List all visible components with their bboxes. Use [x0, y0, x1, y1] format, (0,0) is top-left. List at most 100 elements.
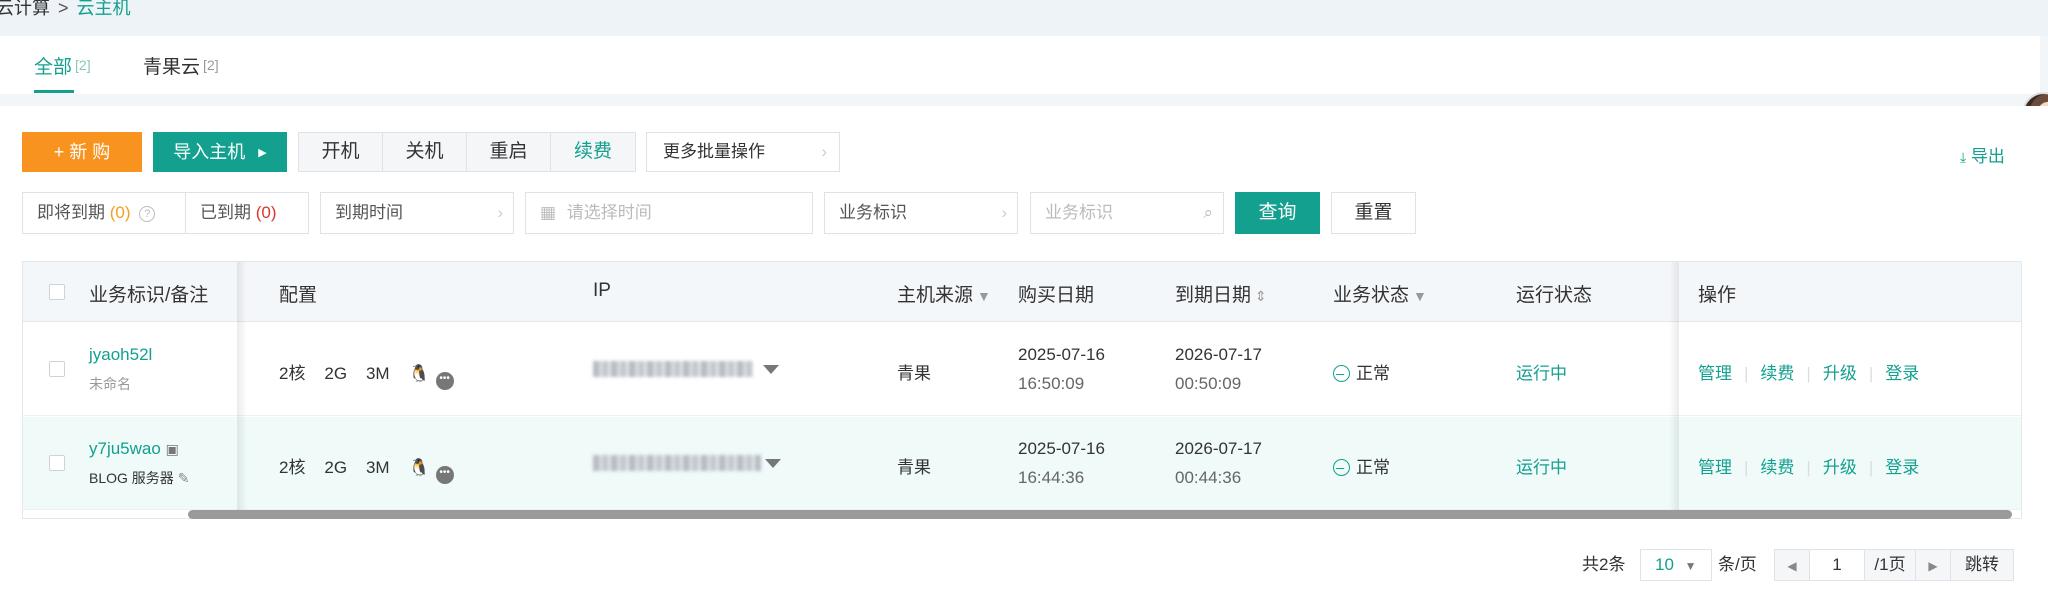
expiring-soon-count: (0)	[109, 203, 131, 222]
search-icon[interactable]: ⌕	[1203, 193, 1213, 233]
help-icon[interactable]: ?	[139, 206, 156, 222]
horizontal-scrollbar[interactable]	[188, 510, 2012, 519]
biz-status-label: 正常	[1356, 458, 1390, 477]
date-placeholder: 请选择时间	[566, 203, 652, 222]
header-expiry-date[interactable]: 到期日期 ⇕	[1175, 280, 1267, 307]
fixed-column-shadow	[237, 262, 247, 518]
header-ip: IP	[593, 280, 611, 301]
expiry-time-select[interactable]: 到期时间 ›	[320, 192, 514, 234]
breadcrumb-parent[interactable]: 云计算	[0, 0, 50, 18]
host-note: BLOG 服务器	[89, 470, 174, 486]
row-checkbox[interactable]	[49, 361, 65, 377]
header-purchase-date: 购买日期	[1018, 285, 1095, 306]
power-button-group: 开机 关机 重启 续费	[298, 132, 636, 172]
purchase-date: 2025-07-16	[1018, 439, 1105, 458]
renew-link[interactable]: 续费	[1760, 458, 1794, 477]
tab-all[interactable]: 全部 [2]	[34, 52, 91, 79]
page-size-select[interactable]: 10 ▼	[1640, 549, 1712, 581]
business-tag-placeholder: 业务标识	[1045, 203, 1113, 222]
main-content: + 新 购 导入主机 ▶ 开机 关机 重启 续费 更多批量操作 › ⤓ 导出 即…	[0, 106, 2048, 606]
header-run-status: 运行状态	[1516, 285, 1593, 306]
business-tag-select[interactable]: 业务标识 ›	[824, 192, 1018, 234]
expired-filter[interactable]: 已到期 (0)	[185, 192, 309, 234]
business-tag-input[interactable]: 业务标识 ⌕	[1030, 192, 1224, 234]
host-source: 青果	[897, 364, 931, 383]
header-source[interactable]: 主机来源 ▼	[897, 280, 991, 307]
power-on-button[interactable]: 开机	[299, 133, 383, 171]
chevron-right-icon: ›	[821, 142, 827, 161]
expiry-date: 2026-07-17	[1175, 439, 1262, 458]
caret-down-icon[interactable]	[765, 459, 781, 468]
query-button[interactable]: 查询	[1235, 192, 1320, 234]
renew-button[interactable]: 续费	[551, 133, 635, 171]
caret-down-icon[interactable]	[763, 365, 779, 374]
tab-qingguo[interactable]: 青果云 [2]	[143, 52, 219, 79]
table-header: 业务标识/备注 配置 IP 主机来源 ▼ 购买日期 到期日期 ⇕ 业务状态 ▼ 运行状…	[23, 262, 2021, 322]
import-host-button[interactable]: 导入主机 ▶	[153, 132, 287, 172]
next-page-button[interactable]: ▶	[1915, 549, 1951, 581]
ram-value: 2G	[324, 364, 348, 383]
host-note: 未命名	[89, 376, 131, 392]
row-actions: 管理 | 续费 | 升级 | 登录	[1698, 458, 1920, 477]
more-icon[interactable]: •••	[435, 466, 454, 484]
row-checkbox[interactable]	[49, 455, 65, 471]
page-number-input[interactable]: 1	[1809, 549, 1865, 581]
renew-link[interactable]: 续费	[1760, 364, 1794, 383]
host-id[interactable]: jyaoh52l	[89, 345, 152, 365]
prev-page-button[interactable]: ◀	[1774, 549, 1810, 581]
expired-count: (0)	[255, 203, 277, 222]
table-row: y7ju5wao ▣ BLOG 服务器 ✎ 2核 2G 3M 🐧 ••• 青果 2…	[23, 417, 2021, 510]
power-off-button[interactable]: 关机	[383, 133, 467, 171]
cpu-value: 2核	[279, 458, 306, 477]
batch-operations-dropdown[interactable]: 更多批量操作 ›	[646, 132, 840, 172]
biz-status-label: 正常	[1356, 364, 1390, 383]
chevron-right-icon: ›	[1001, 203, 1007, 222]
new-purchase-button[interactable]: + 新 购	[22, 132, 142, 172]
restart-button[interactable]: 重启	[467, 133, 551, 171]
select-all-checkbox[interactable]	[49, 284, 65, 300]
upgrade-link[interactable]: 升级	[1823, 458, 1857, 477]
upgrade-link[interactable]: 升级	[1823, 364, 1857, 383]
tab-all-label: 全部	[34, 57, 73, 78]
purchase-time: 16:50:09	[1018, 374, 1085, 393]
host-note-wrap: BLOG 服务器 ✎	[89, 468, 189, 488]
login-link[interactable]: 登录	[1885, 364, 1919, 383]
breadcrumb: 云计算 > 云主机	[0, 0, 131, 20]
expiring-soon-filter[interactable]: 即将到期 (0) ?	[22, 192, 186, 234]
host-id-wrap: y7ju5wao ▣	[89, 439, 179, 459]
breadcrumb-separator: >	[58, 0, 69, 18]
chevron-right-icon: ›	[497, 203, 503, 222]
biz-status: 正常	[1333, 359, 1390, 384]
active-tab-indicator	[34, 90, 74, 93]
tab-qingguo-count: [2]	[203, 57, 219, 73]
batch-operations-label: 更多批量操作	[663, 142, 765, 161]
cpu-value: 2核	[279, 364, 306, 383]
filter-icon[interactable]: ▼	[977, 288, 991, 304]
sort-icon[interactable]: ⇕	[1255, 288, 1267, 304]
manage-link[interactable]: 管理	[1698, 458, 1732, 477]
manage-link[interactable]: 管理	[1698, 364, 1732, 383]
export-button[interactable]: ⤓ 导出	[1960, 142, 2005, 167]
host-id[interactable]: y7ju5wao	[89, 439, 161, 458]
ip-address-redacted	[593, 455, 761, 471]
breadcrumb-bar: 云计算 > 云主机	[0, 0, 2048, 36]
login-link[interactable]: 登录	[1885, 458, 1919, 477]
date-picker-input[interactable]: ▦ 请选择时间	[525, 192, 813, 234]
filter-icon[interactable]: ▼	[1413, 288, 1427, 304]
jump-button[interactable]: 跳转	[1950, 549, 2014, 581]
host-table: 业务标识/备注 配置 IP 主机来源 ▼ 购买日期 到期日期 ⇕ 业务状态 ▼ 运行状…	[22, 261, 2022, 519]
linux-icon: 🐧	[408, 364, 430, 383]
expiry-date: 2026-07-17	[1175, 345, 1262, 364]
header-biz-status[interactable]: 业务状态 ▼	[1333, 280, 1427, 307]
expiring-soon-label: 即将到期	[37, 203, 105, 222]
tab-qingguo-label: 青果云	[143, 57, 201, 78]
edit-icon[interactable]: ✎	[178, 470, 190, 486]
more-icon[interactable]: •••	[435, 372, 454, 390]
import-host-label: 导入主机	[173, 142, 246, 162]
reset-button[interactable]: 重置	[1331, 192, 1416, 234]
expiry-time: 00:44:36	[1175, 468, 1242, 487]
ip-address-redacted	[593, 361, 753, 377]
header-biz-status-label: 业务状态	[1333, 285, 1410, 306]
header-ops: 操作	[1698, 285, 1737, 306]
copy-icon[interactable]: ▣	[166, 441, 179, 457]
